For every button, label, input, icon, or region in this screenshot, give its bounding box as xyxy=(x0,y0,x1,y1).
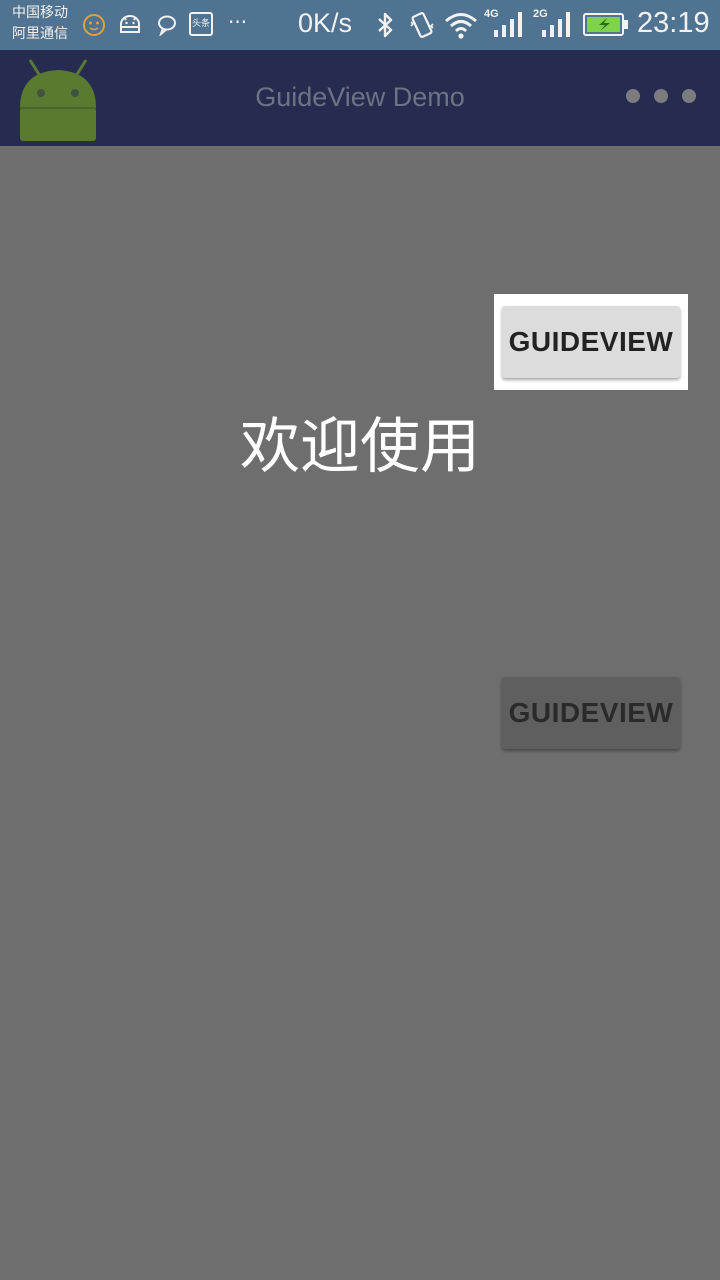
more-dots-label: ··· xyxy=(228,10,248,34)
bluetooth-icon xyxy=(378,12,393,38)
net-speed: 0K/s xyxy=(298,8,353,38)
menu-dot xyxy=(626,89,640,103)
app-title: GuideView Demo xyxy=(255,82,465,112)
menu-dot xyxy=(654,89,668,103)
signal-sim1-icon xyxy=(494,12,522,37)
guideview-button-top[interactable]: GUIDEVIEW xyxy=(502,306,680,378)
guideview-button-bottom[interactable]: GUIDEVIEW xyxy=(502,677,680,749)
menu-dot xyxy=(682,89,696,103)
carrier-line-1: 中国移动 xyxy=(12,5,68,21)
more-dots-icon: ··· xyxy=(228,10,247,34)
android-icon xyxy=(120,15,140,33)
carrier-line-2: 阿里通信 xyxy=(12,26,68,42)
signal-sim2-icon xyxy=(542,12,570,37)
toutiao-icon: 头条 xyxy=(189,12,213,36)
vibrate-icon xyxy=(410,12,434,38)
welcome-text: 欢迎使用 xyxy=(240,412,480,482)
status-bar: 中国移动 阿里通信 头条 ··· 0K/s 4G 2G 23:19 xyxy=(0,0,720,50)
emoji-icon xyxy=(83,14,105,36)
overflow-menu-icon[interactable] xyxy=(626,88,710,107)
battery-icon xyxy=(583,13,628,36)
toutiao-label: 头条 xyxy=(191,19,210,29)
app-bar: GuideView Demo xyxy=(0,50,720,146)
chat-bubble-icon xyxy=(158,15,176,36)
carrier-info: 中国移动 阿里通信 xyxy=(12,3,68,45)
clock: 23:19 xyxy=(637,7,710,39)
wifi-icon xyxy=(445,13,477,39)
